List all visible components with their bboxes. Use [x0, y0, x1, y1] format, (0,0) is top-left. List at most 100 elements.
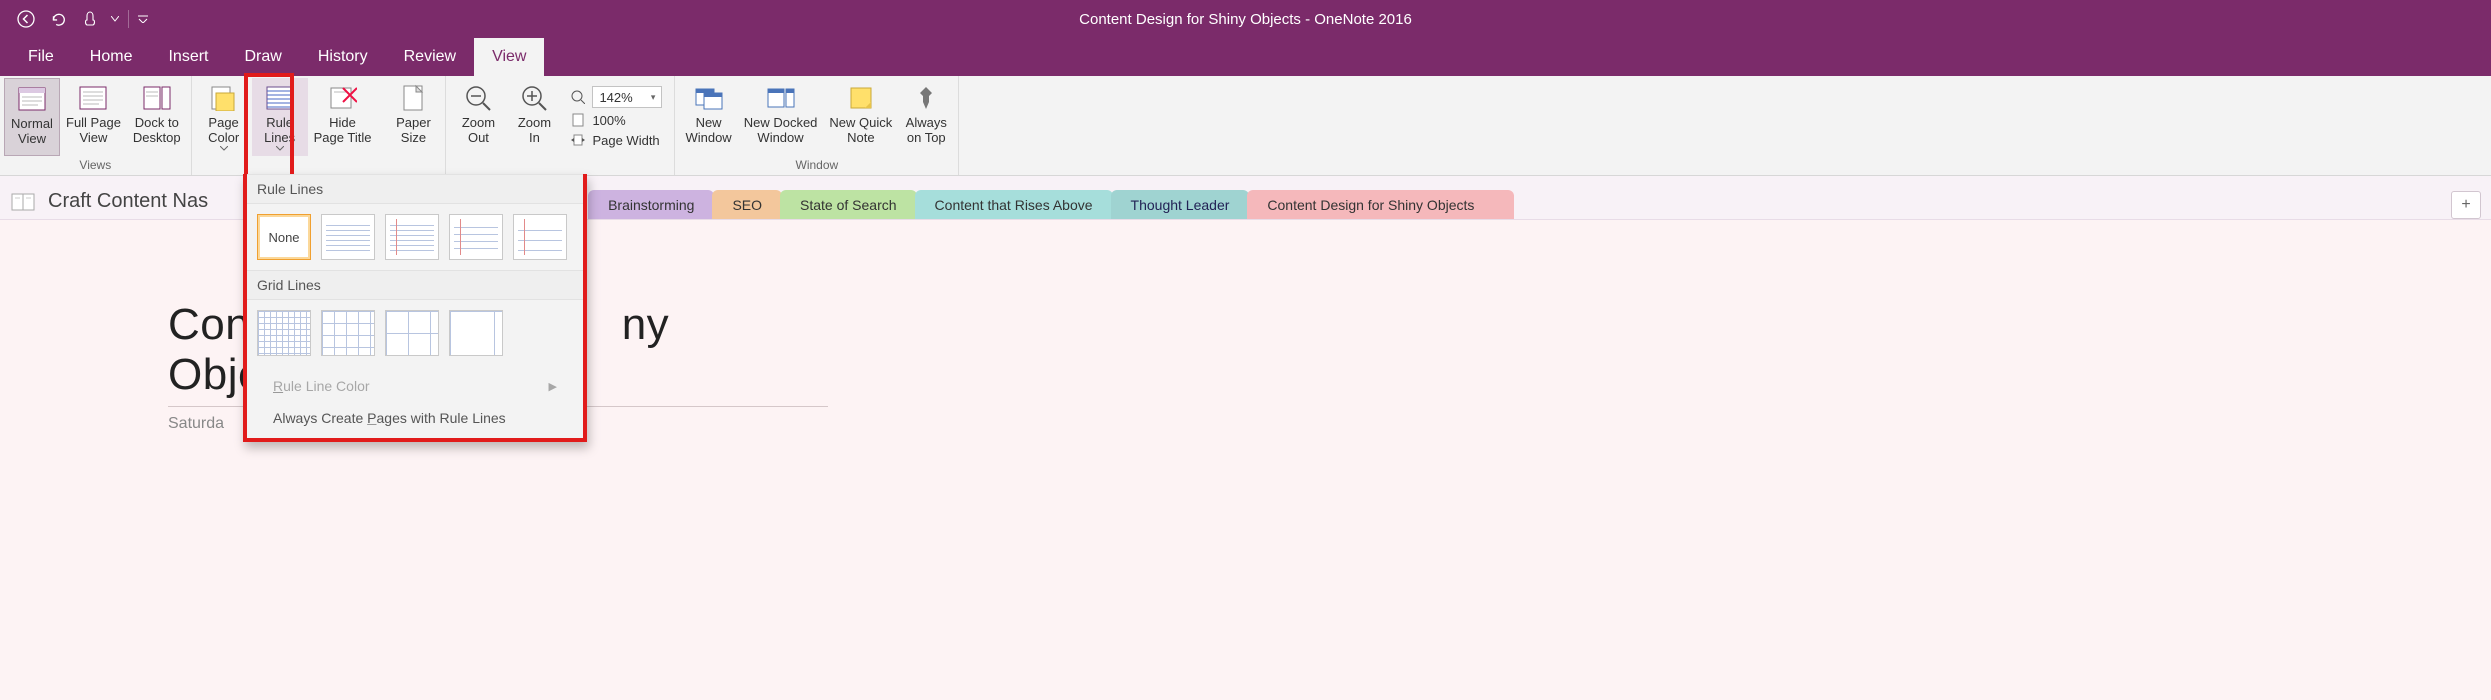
zoom-100-button[interactable]: 100% — [570, 112, 662, 128]
new-window-icon — [693, 82, 725, 114]
title-bar: Content Design for Shiny Objects - OneNo… — [0, 0, 2491, 38]
grid-lines-gallery — [247, 300, 583, 366]
dock-icon — [141, 82, 173, 114]
window-title: Content Design for Shiny Objects - OneNo… — [1079, 11, 1412, 28]
undo-button[interactable] — [44, 5, 72, 33]
full-page-view-label: Full Page View — [66, 116, 121, 146]
full-page-view-icon — [77, 82, 109, 114]
notebook-title-area[interactable]: Craft Content Nas — [10, 190, 228, 219]
touch-mode-button[interactable] — [76, 5, 104, 33]
normal-view-button[interactable]: Normal View — [4, 78, 60, 156]
back-button[interactable] — [12, 5, 40, 33]
on-top-label: Always on Top — [906, 116, 947, 146]
submenu-arrow-icon: ▶ — [549, 380, 557, 393]
quick-access-toolbar — [0, 5, 151, 33]
tab-home[interactable]: Home — [72, 38, 151, 76]
tab-file[interactable]: File — [10, 38, 72, 76]
page-color-button[interactable]: Page Color — [196, 78, 252, 156]
rule-narrow-swatch[interactable] — [321, 214, 375, 260]
rule-college-swatch[interactable] — [385, 214, 439, 260]
rule-wide-swatch[interactable] — [513, 214, 567, 260]
views-group-label: Views — [4, 156, 187, 175]
zoom-100-label: 100% — [592, 113, 625, 128]
docked-window-label: New Docked Window — [744, 116, 818, 146]
rule-lines-label: Rule Lines — [264, 116, 295, 146]
rule-none-swatch[interactable]: None — [257, 214, 311, 260]
page-icon — [570, 112, 586, 128]
zoom-stack: 142% ▾ 100% Page Width — [562, 78, 670, 156]
qat-separator — [128, 10, 129, 28]
page-width-label: Page Width — [592, 133, 659, 148]
new-window-button[interactable]: New Window — [679, 78, 737, 156]
paper-size-icon — [397, 82, 429, 114]
section-tab-leader[interactable]: Thought Leader — [1111, 190, 1250, 219]
section-tab-rises[interactable]: Content that Rises Above — [915, 190, 1113, 219]
dock-to-desktop-button[interactable]: Dock to Desktop — [127, 78, 187, 156]
ribbon-group-zoom: Zoom Out Zoom In 142% ▾ 100% — [446, 76, 675, 175]
ribbon-group-paper: Paper Size — [381, 76, 446, 175]
rule-lines-gallery: None — [247, 204, 583, 270]
rule-standard-swatch[interactable] — [449, 214, 503, 260]
tab-draw[interactable]: Draw — [226, 38, 299, 76]
rule-lines-header: Rule Lines — [247, 174, 583, 204]
touch-dropdown-icon[interactable] — [108, 5, 122, 33]
quick-note-icon — [845, 82, 877, 114]
ribbon-group-page-setup: Page Color Rule Lines Hide Page Title — [192, 76, 382, 175]
new-quick-note-button[interactable]: New Quick Note — [823, 78, 898, 156]
rule-lines-dropdown: Rule Lines None Grid Lines Rule Line Col… — [243, 174, 587, 442]
window-group-label: Window — [679, 156, 954, 175]
grid-medium-swatch[interactable] — [321, 310, 375, 356]
chevron-down-icon — [276, 146, 284, 151]
add-section-button[interactable]: + — [2451, 191, 2481, 219]
section-tab-seo[interactable]: SEO — [712, 190, 782, 219]
rule-line-color-item: Rule Line Color ▶ — [247, 370, 583, 402]
chevron-down-icon: ▾ — [651, 92, 656, 103]
zoom-combo[interactable]: 142% ▾ — [592, 86, 662, 108]
zoom-in-label: Zoom In — [518, 116, 551, 146]
page-color-label: Page Color — [208, 116, 239, 146]
notebook-icon — [10, 191, 38, 213]
docked-window-icon — [765, 82, 797, 114]
customize-qat-button[interactable] — [135, 5, 151, 33]
ribbon: Normal View Full Page View Dock to Deskt… — [0, 76, 2491, 176]
full-page-view-button[interactable]: Full Page View — [60, 78, 127, 156]
rule-lines-button[interactable]: Rule Lines — [252, 78, 308, 156]
hide-page-title-button[interactable]: Hide Page Title — [308, 78, 378, 156]
chevron-down-icon — [220, 146, 228, 151]
ribbon-group-window: New Window New Docked Window New Quick N… — [675, 76, 959, 175]
page-width-button[interactable]: Page Width — [570, 132, 662, 148]
tab-review[interactable]: Review — [386, 38, 474, 76]
section-tab-shiny[interactable]: Content Design for Shiny Objects — [1247, 190, 1514, 219]
grid-small-swatch[interactable] — [257, 310, 311, 356]
zoom-icon — [570, 89, 586, 105]
zoom-in-button[interactable]: Zoom In — [506, 78, 562, 156]
zoom-out-icon — [462, 82, 494, 114]
paper-size-button[interactable]: Paper Size — [385, 78, 441, 156]
notebook-title: Craft Content Nas — [48, 190, 208, 213]
hide-title-icon — [327, 82, 359, 114]
zoom-value: 142% — [599, 90, 632, 105]
tab-view[interactable]: View — [474, 38, 544, 76]
hide-title-label: Hide Page Title — [314, 116, 372, 146]
new-window-label: New Window — [685, 116, 731, 146]
tab-history[interactable]: History — [300, 38, 386, 76]
ribbon-group-views: Normal View Full Page View Dock to Deskt… — [0, 76, 192, 175]
zoom-out-button[interactable]: Zoom Out — [450, 78, 506, 156]
page-width-icon — [570, 132, 586, 148]
paper-size-label: Paper Size — [396, 116, 431, 146]
zoom-in-icon — [518, 82, 550, 114]
section-tab-state[interactable]: State of Search — [780, 190, 917, 219]
rule-lines-icon — [264, 82, 296, 114]
tab-insert[interactable]: Insert — [150, 38, 226, 76]
grid-large-swatch[interactable] — [385, 310, 439, 356]
page-color-icon — [208, 82, 240, 114]
section-tab-brainstorming[interactable]: Brainstorming — [588, 190, 714, 219]
always-on-top-button[interactable]: Always on Top — [898, 78, 954, 156]
new-docked-window-button[interactable]: New Docked Window — [738, 78, 824, 156]
grid-xlarge-swatch[interactable] — [449, 310, 503, 356]
normal-view-icon — [16, 83, 48, 115]
grid-lines-header: Grid Lines — [247, 270, 583, 300]
quick-note-label: New Quick Note — [829, 116, 892, 146]
dropdown-footer: Rule Line Color ▶ Always Create Pages wi… — [247, 366, 583, 438]
always-create-item[interactable]: Always Create Pages with Rule Lines — [247, 402, 583, 434]
